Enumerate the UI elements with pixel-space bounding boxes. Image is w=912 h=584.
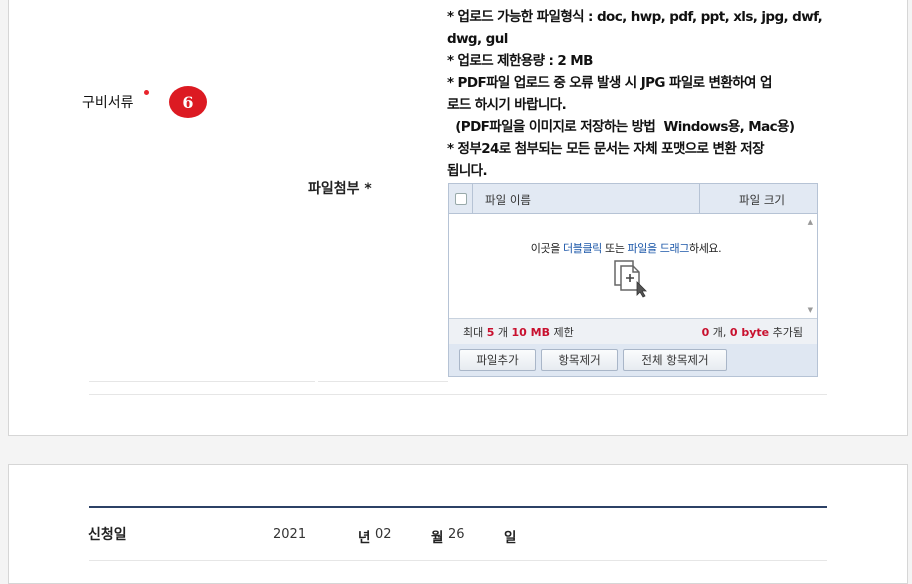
section-divider <box>89 394 827 395</box>
drop-text: 이곳을 <box>530 242 564 255</box>
date-day[interactable]: 26 <box>448 527 465 542</box>
note-line: dwg, gul <box>447 31 508 47</box>
scroll-down-arrow-icon[interactable]: ▼ <box>808 306 813 314</box>
file-uploader: 파일 이름 파일 크기 이곳을 더블클릭 또는 파일을 드래그하세요. ▲ ▼ … <box>448 183 818 377</box>
scroll-up-arrow-icon[interactable]: ▲ <box>808 218 813 226</box>
row-divider <box>89 381 315 382</box>
added-text: 추가됨 <box>769 326 803 339</box>
limit-text: 제한 <box>550 326 574 339</box>
remove-all-items-button[interactable]: 전체 항목제거 <box>623 349 727 371</box>
file-drop-zone[interactable]: 이곳을 더블클릭 또는 파일을 드래그하세요. ▲ ▼ <box>449 214 817 318</box>
add-file-button[interactable]: 파일추가 <box>459 349 536 371</box>
column-file-size[interactable]: 파일 크기 <box>739 192 785 208</box>
application-date-label: 신청일 <box>88 527 127 543</box>
drop-text-drag: 파일을 드래그 <box>627 242 690 255</box>
added-size: 0 byte <box>729 326 770 339</box>
uploader-status: 최대 5 개 10 MB 제한 0 개, 0 byte 추가됨 <box>449 318 817 345</box>
date-year-unit: 년 <box>358 530 371 546</box>
date-year[interactable]: 2021 <box>273 527 306 542</box>
drop-instruction: 이곳을 더블클릭 또는 파일을 드래그하세요. <box>449 240 803 256</box>
note-line: * 업로드 가능한 파일형식 : doc, hwp, pdf, ppt, xls… <box>447 9 823 25</box>
upload-notes: * 업로드 가능한 파일형식 : doc, hwp, pdf, ppt, xls… <box>447 6 827 182</box>
select-all-checkbox[interactable] <box>455 193 467 205</box>
added-text: 개, <box>709 326 730 339</box>
date-day-unit: 일 <box>504 530 517 546</box>
drop-text-doubleclick: 더블클릭 <box>563 242 602 255</box>
header-separator <box>699 184 700 213</box>
note-line: * 업로드 제한용량 : 2 MB <box>447 53 593 69</box>
note-line: 로드 하시기 바랍니다. <box>447 97 567 113</box>
note-line: * 정부24로 첨부되는 모든 문서는 자체 포맷으로 변환 저장 <box>447 141 764 157</box>
note-line: (PDF파일을 이미지로 저장하는 방법 Windows용, Mac용) <box>447 119 795 135</box>
limit-text: 최대 <box>463 326 487 339</box>
add-file-icon <box>614 260 647 298</box>
required-dot <box>144 90 149 95</box>
header-separator <box>472 184 473 213</box>
row-divider <box>318 381 448 382</box>
section-top-border <box>89 506 827 508</box>
note-line: 됩니다. <box>447 163 488 179</box>
row-divider <box>89 560 827 561</box>
drop-text: 또는 <box>601 242 628 255</box>
attach-label: 파일첨부 * <box>308 181 372 197</box>
note-line: * PDF파일 업로드 중 오류 발생 시 JPG 파일로 변환하여 업 <box>447 75 772 91</box>
step-badge: 6 <box>169 86 207 118</box>
upload-limit: 최대 5 개 10 MB 제한 <box>463 324 574 340</box>
uploader-header: 파일 이름 파일 크기 <box>449 184 817 214</box>
drop-text: 하세요. <box>688 242 722 255</box>
date-month[interactable]: 02 <box>375 527 392 542</box>
limit-size: 10 MB <box>511 326 550 339</box>
upload-added: 0 개, 0 byte 추가됨 <box>702 324 803 340</box>
uploader-buttons: 파일추가 항목제거 전체 항목제거 <box>449 344 817 376</box>
form-panel-date <box>8 464 908 584</box>
docs-label: 구비서류 <box>82 95 134 111</box>
date-month-unit: 월 <box>431 530 444 546</box>
limit-text: 개 <box>494 326 512 339</box>
column-file-name[interactable]: 파일 이름 <box>485 192 531 208</box>
remove-item-button[interactable]: 항목제거 <box>541 349 618 371</box>
